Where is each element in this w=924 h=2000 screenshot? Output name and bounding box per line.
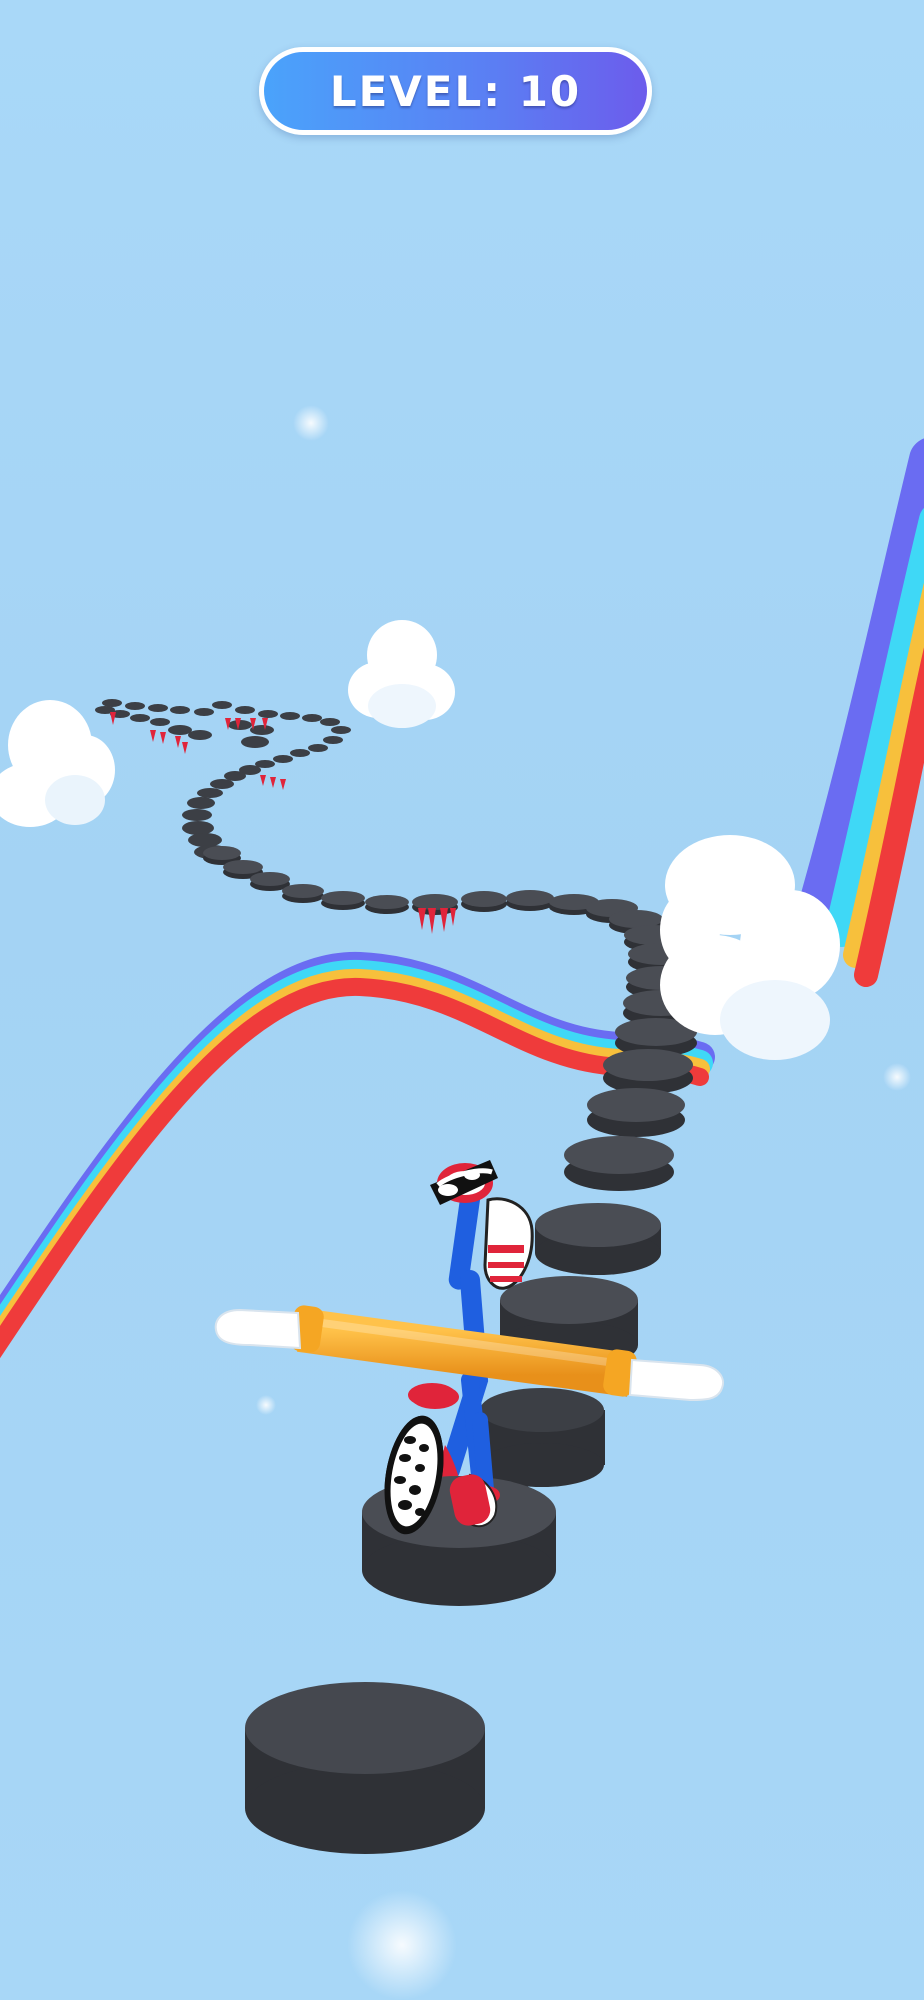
game-scene[interactable]: LEVEL: 10: [0, 0, 924, 2000]
stepping-stone-next: [245, 1682, 485, 1854]
foreground-platforms: [245, 1385, 556, 1854]
